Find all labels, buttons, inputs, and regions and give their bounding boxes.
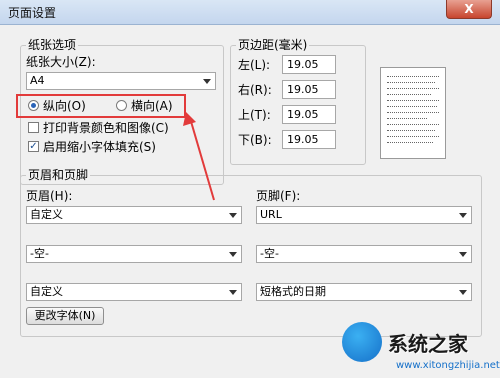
- chevron-down-icon: [203, 79, 211, 84]
- preview-line: [387, 136, 439, 138]
- close-button[interactable]: X: [446, 0, 492, 19]
- chevron-down-icon: [459, 290, 467, 295]
- watermark-url: www.xitongzhijia.net: [396, 360, 500, 371]
- chevron-down-icon: [229, 290, 237, 295]
- chevron-down-icon: [459, 213, 467, 218]
- preview-line: [387, 130, 435, 132]
- landscape-label: 横向(A): [131, 99, 173, 113]
- footer-label: 页脚(F):: [256, 189, 301, 203]
- margin-bottom-input[interactable]: 19.05: [282, 130, 336, 149]
- footer-select-1[interactable]: URL: [256, 206, 472, 224]
- window-title: 页面设置: [8, 6, 57, 20]
- header-select-1-value: 自定义: [30, 208, 63, 221]
- landscape-radio[interactable]: [116, 100, 127, 111]
- preview-line: [387, 76, 439, 78]
- footer-select-2[interactable]: -空-: [256, 245, 472, 263]
- margin-left-value: 19.05: [287, 58, 319, 71]
- margin-top-label: 上(T):: [238, 108, 271, 122]
- paper-size-label: 纸张大小(Z):: [26, 55, 96, 69]
- preview-line: [387, 112, 439, 114]
- site-watermark: 系统之家 www.xitongzhijia.net: [330, 320, 500, 378]
- margin-top-value: 19.05: [287, 108, 319, 121]
- margins-legend: 页边距(毫米): [236, 38, 310, 52]
- shrink-font-label: 启用缩小字体填充(S): [43, 140, 156, 154]
- margin-right-label: 右(R):: [238, 83, 272, 97]
- margin-left-input[interactable]: 19.05: [282, 55, 336, 74]
- footer-select-3[interactable]: 短格式的日期: [256, 283, 472, 301]
- page-preview: [380, 67, 446, 159]
- margin-left-label: 左(L):: [238, 58, 271, 72]
- preview-line: [387, 118, 427, 120]
- preview-line: [387, 124, 439, 126]
- header-select-2[interactable]: -空-: [26, 245, 242, 263]
- margin-right-value: 19.05: [287, 83, 319, 96]
- preview-line: [387, 82, 435, 84]
- change-font-button[interactable]: 更改字体(N): [26, 307, 104, 325]
- title-bar: 页面设置 X: [0, 0, 500, 25]
- preview-line: [387, 94, 431, 96]
- margin-top-input[interactable]: 19.05: [282, 105, 336, 124]
- watermark-text: 系统之家: [388, 332, 468, 356]
- footer-select-3-value: 短格式的日期: [260, 285, 326, 298]
- header-select-1[interactable]: 自定义: [26, 206, 242, 224]
- preview-line: [387, 88, 439, 90]
- header-label: 页眉(H):: [26, 189, 73, 203]
- preview-line: [387, 142, 433, 144]
- margin-right-input[interactable]: 19.05: [282, 80, 336, 99]
- header-select-2-value: -空-: [30, 247, 49, 260]
- shrink-font-checkbox[interactable]: ✓: [28, 141, 39, 152]
- paper-size-select[interactable]: A4: [26, 72, 216, 90]
- portrait-label: 纵向(O): [43, 99, 86, 113]
- portrait-radio[interactable]: [28, 100, 39, 111]
- print-background-checkbox[interactable]: [28, 122, 39, 133]
- preview-line: [387, 106, 437, 108]
- margin-bottom-value: 19.05: [287, 133, 319, 146]
- paper-options-legend: 纸张选项: [26, 38, 79, 52]
- paper-size-value: A4: [30, 74, 45, 87]
- header-select-3[interactable]: 自定义: [26, 283, 242, 301]
- margin-bottom-label: 下(B):: [238, 133, 272, 147]
- chevron-down-icon: [459, 252, 467, 257]
- header-footer-legend: 页眉和页脚: [26, 168, 91, 182]
- footer-select-2-value: -空-: [260, 247, 279, 260]
- preview-line: [387, 100, 439, 102]
- header-select-3-value: 自定义: [30, 285, 63, 298]
- print-background-label: 打印背景颜色和图像(C): [43, 121, 169, 135]
- logo-icon: [342, 322, 382, 362]
- chevron-down-icon: [229, 213, 237, 218]
- footer-select-1-value: URL: [260, 208, 282, 221]
- chevron-down-icon: [229, 252, 237, 257]
